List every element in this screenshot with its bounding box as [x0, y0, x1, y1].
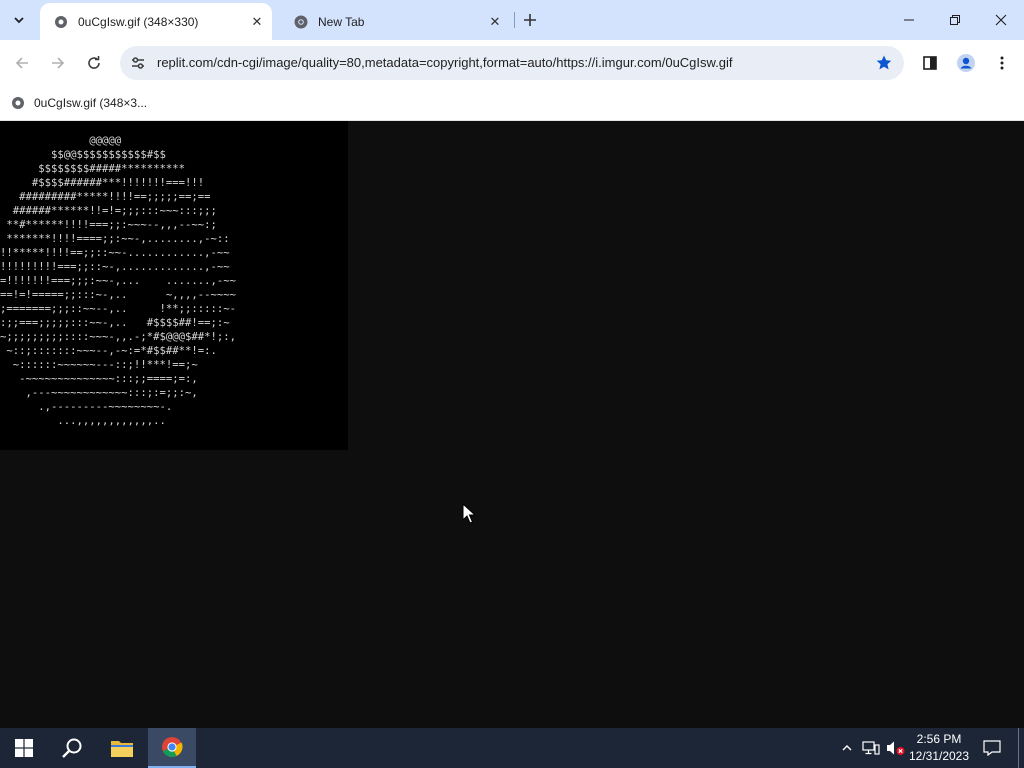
taskbar: 2:56 PM 12/31/2023: [0, 728, 1024, 768]
minimize-button[interactable]: [886, 0, 932, 40]
close-tab-icon[interactable]: ✕: [248, 13, 266, 31]
windows-icon: [15, 739, 33, 757]
tab-separator: [514, 12, 515, 28]
menu-button[interactable]: [988, 49, 1016, 77]
minimize-icon: [904, 19, 914, 21]
globe-icon: [10, 95, 26, 111]
arrow-left-icon: [15, 57, 28, 69]
ascii-art: @@@@@ $$@@$$$$$$$$$$$#$$ $$$$$$$$#####**…: [0, 135, 236, 427]
notifications-button[interactable]: [978, 728, 1006, 768]
url-text[interactable]: replit.com/cdn-cgi/image/quality=80,meta…: [157, 55, 733, 70]
network-button[interactable]: [860, 728, 882, 768]
mouse-cursor-icon: [462, 503, 476, 524]
restore-button[interactable]: [932, 0, 978, 40]
clock[interactable]: 2:56 PM 12/31/2023: [904, 731, 974, 765]
chrome-icon: [162, 737, 183, 757]
tab-search-button[interactable]: [6, 7, 32, 33]
profile-button[interactable]: [952, 49, 980, 77]
volume-muted-icon: [887, 741, 905, 755]
chrome-taskbar-button[interactable]: [148, 728, 196, 768]
show-hidden-icons-button[interactable]: [836, 728, 858, 768]
forward-button[interactable]: [44, 49, 72, 77]
tab-gif[interactable]: 0uCgIsw.gif (348×330) ✕: [40, 3, 272, 40]
show-desktop-button[interactable]: [1018, 728, 1024, 768]
chevron-up-icon: [842, 745, 852, 751]
folder-icon: [111, 741, 133, 757]
side-panel-icon: [923, 56, 937, 70]
start-button[interactable]: [0, 728, 48, 768]
search-button[interactable]: [48, 728, 96, 768]
globe-icon: [53, 14, 69, 30]
address-bar[interactable]: replit.com/cdn-cgi/image/quality=80,meta…: [120, 46, 904, 80]
site-info-button[interactable]: [126, 51, 150, 75]
chrome-icon: [293, 14, 309, 30]
restore-icon: [950, 15, 960, 25]
clock-time: 2:56 PM: [916, 732, 962, 746]
bookmark-item[interactable]: 0uCgIsw.gif (348×3...: [10, 93, 147, 113]
file-explorer-button[interactable]: [98, 728, 146, 768]
notification-icon: [983, 740, 1001, 756]
tab-title: 0uCgIsw.gif (348×330): [78, 14, 199, 29]
plus-icon: [524, 14, 536, 26]
close-window-button[interactable]: [978, 0, 1024, 40]
tab-strip: 0uCgIsw.gif (348×330) ✕ New Tab ✕: [0, 0, 1024, 40]
close-icon: [995, 14, 1007, 26]
tune-icon: [132, 57, 144, 69]
bookmark-label: 0uCgIsw.gif (348×3...: [34, 96, 148, 110]
bookmark-star-icon[interactable]: [874, 53, 894, 73]
more-vert-icon: [1000, 56, 1004, 70]
browser-toolbar: replit.com/cdn-cgi/image/quality=80,meta…: [0, 40, 1024, 86]
tab-title: New Tab: [318, 14, 365, 29]
search-icon: [62, 738, 82, 758]
new-tab-button[interactable]: [518, 8, 542, 32]
gif-image: @@@@@ $$@@$$$$$$$$$$$#$$ $$$$$$$$#####**…: [0, 121, 348, 450]
network-icon: [862, 741, 880, 755]
clock-date: 12/31/2023: [908, 749, 970, 763]
reload-icon: [88, 56, 100, 69]
back-button[interactable]: [8, 49, 36, 77]
close-tab-icon[interactable]: ✕: [486, 13, 504, 31]
bookmarks-bar: 0uCgIsw.gif (348×3...: [0, 86, 1024, 121]
chevron-down-icon: [14, 17, 24, 24]
page-viewport: @@@@@ $$@@$$$$$$$$$$$#$$ $$$$$$$$#####**…: [0, 121, 1024, 728]
avatar-icon: [957, 54, 975, 72]
side-panel-button[interactable]: [916, 49, 944, 77]
reload-button[interactable]: [80, 49, 108, 77]
arrow-right-icon: [52, 57, 65, 69]
tab-new-tab[interactable]: New Tab ✕: [280, 3, 510, 40]
